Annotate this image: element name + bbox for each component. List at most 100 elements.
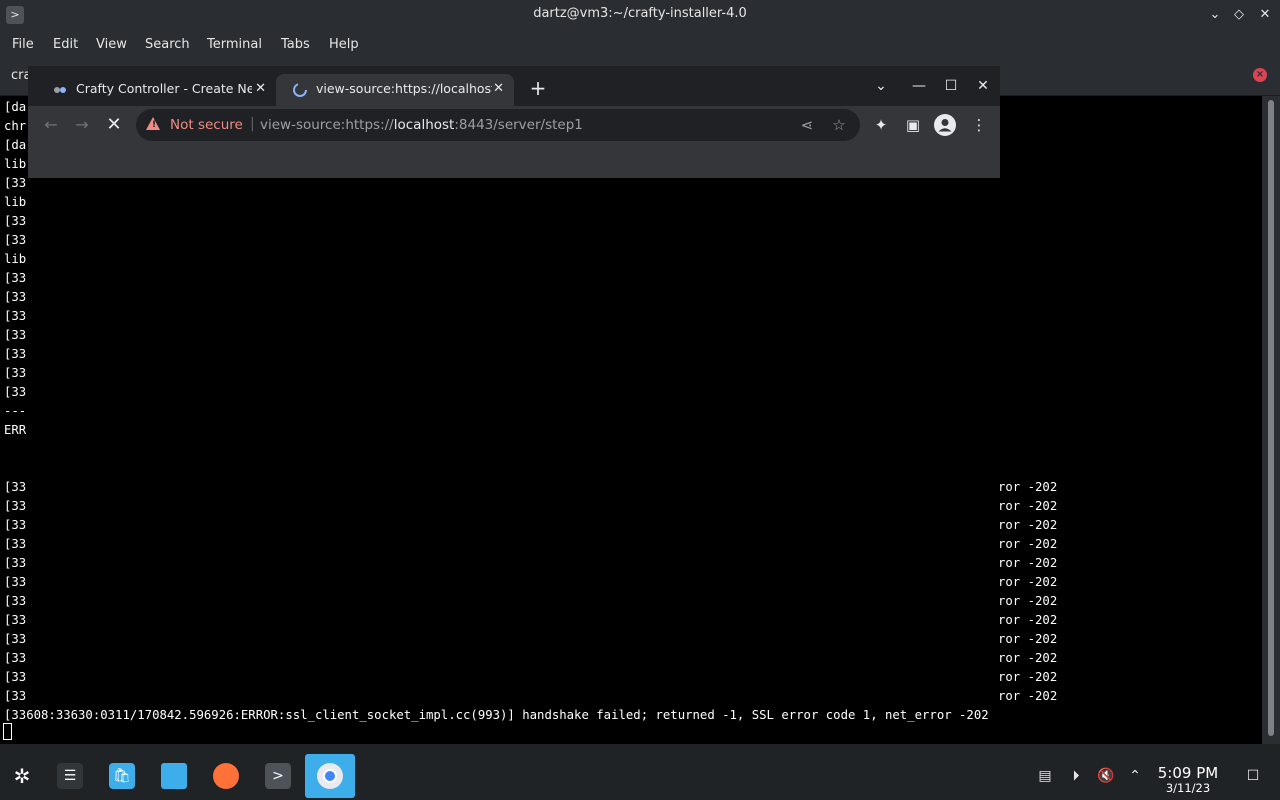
menu-terminal[interactable]: Terminal [207,37,262,52]
terminal-line-fragment: ror -202 [998,689,1058,703]
terminal-menubar: File Edit View Search Terminal Tabs Help [0,30,1280,60]
browser-tab-label: view-source:https://localhost:8443/serve… [316,81,492,96]
terminal-line-fragment: ror -202 [998,537,1058,551]
menu-file[interactable]: File [12,37,34,52]
terminal-line: [33 [4,480,27,494]
profile-avatar-icon[interactable] [934,114,956,136]
menu-kebab-icon[interactable]: ⋮ [968,114,990,136]
chrome-close-icon[interactable]: ✕ [973,76,993,96]
close-icon[interactable]: ✕ [1254,4,1276,26]
terminal-line-fragment: ror -202 [998,499,1058,513]
terminal-line: [33 [4,347,27,361]
show-desktop-icon[interactable]: ☐ [1243,766,1263,786]
side-panel-icon[interactable]: ▣ [902,114,924,136]
tab-search-chevron-icon[interactable]: ⌄ [871,76,891,96]
tab-close-icon[interactable]: ✕ [493,81,504,96]
file-manager-icon[interactable] [154,756,194,796]
terminal-line: lib [4,252,27,266]
new-tab-icon[interactable]: + [528,78,548,98]
scrollbar-thumb[interactable] [1268,100,1274,736]
terminal-line-fragment: ror -202 [998,518,1058,532]
menu-edit[interactable]: Edit [53,37,78,52]
terminal-line: [33 [4,233,27,247]
address-bar[interactable]: ! Not secure | view-source:https://local… [136,109,860,141]
menu-search[interactable]: Search [145,37,190,52]
terminal-line: [33 [4,651,27,665]
terminal-line: --- [4,404,27,418]
konsole-icon[interactable]: > [258,756,298,796]
chrome-maximize-icon[interactable]: ☐ [941,76,961,96]
crafty-favicon-icon [54,87,66,93]
loading-spinner-icon [293,83,307,97]
terminal-line: [33 [4,670,27,684]
terminal-line: [33 [4,328,27,342]
terminal-line: [33 [4,537,27,551]
terminal-line-fragment: ror -202 [998,632,1058,646]
browser-tab-view-source[interactable]: view-source:https://localhost:8443/serve… [276,74,514,106]
menu-view[interactable]: View [96,37,127,52]
clipboard-icon[interactable]: ▤ [1035,766,1055,786]
terminal-line: [33608:33630:0311/170842.596926:ERROR:ss… [4,708,989,722]
minimize-icon[interactable]: ⌄ [1204,4,1226,26]
clock-time[interactable]: 5:09 PM [1148,764,1228,782]
terminal-line-fragment: ror -202 [998,480,1058,494]
media-player-icon[interactable]: ⏵ [1066,766,1086,786]
security-status[interactable]: Not secure [170,117,243,133]
terminal-tab-close-icon[interactable]: × [1253,68,1267,82]
stop-loading-icon[interactable]: ✕ [103,114,125,136]
chrome-tabstrip: Crafty Controller - Create New ✕ view-so… [28,66,1000,106]
share-icon[interactable]: ⋖ [796,114,818,136]
terminal-line-fragment: ror -202 [998,594,1058,608]
terminal-line: [33 [4,556,27,570]
terminal-right-fragments: ror -202 ror -202 ror -202 ror -202 ror -202… [998,478,1057,706]
chrome-page-content[interactable] [28,144,1000,178]
maximize-icon[interactable]: ◇ [1228,4,1250,26]
taskbar: ✲ ☰ 🛍 > ▤ ⏵ 🔇 ⌃ ☐ [0,752,1280,800]
terminal-line: [33 [4,366,27,380]
terminal-line: [33 [4,214,27,228]
menu-help[interactable]: Help [329,37,359,52]
discover-store-icon[interactable]: 🛍 [102,756,142,796]
terminal-scrollbar[interactable] [1262,96,1280,744]
chrome-toolbar: ← → ✕ ! Not secure | view-source:https:/… [28,106,1000,144]
back-icon[interactable]: ← [40,114,62,136]
terminal-line: [33 [4,689,27,703]
chrome-minimize-icon[interactable]: — [909,76,929,96]
menu-tabs[interactable]: Tabs [281,37,310,52]
terminal-window-title: dartz@vm3:~/crafty-installer-4.0 [533,6,747,21]
clock-date[interactable]: 3/11/23 [1148,781,1228,795]
terminal-line-fragment: ror -202 [998,556,1058,570]
url-text[interactable]: view-source:https://localhost:8443/serve… [260,117,583,133]
terminal-lines: [da chr [da lib [33 lib [33 [33 lib [33 [33 [33 [33[… [4,98,989,725]
tab-close-icon[interactable]: ✕ [255,81,266,96]
terminal-line: [33 [4,632,27,646]
terminal-line: [33 [4,271,27,285]
settings-icon[interactable]: ☰ [50,756,90,796]
terminal-line: lib [4,195,27,209]
forward-icon[interactable]: → [71,114,93,136]
bookmark-star-icon[interactable]: ☆ [828,114,850,136]
terminal-output[interactable]: [da chr [da lib [33 lib [33 [33 lib [33 [33 [33 [33[… [0,96,1262,744]
terminal-line: [33 [4,309,27,323]
chrome-icon[interactable] [305,754,355,798]
terminal-titlebar: > dartz@vm3:~/crafty-installer-4.0 ⌄ ◇ ✕ [0,0,1280,30]
terminal-cursor [3,723,12,740]
terminal-line-fragment: ror -202 [998,670,1058,684]
tray-expand-icon[interactable]: ⌃ [1125,766,1145,786]
terminal-line: [33 [4,518,27,532]
volume-muted-icon[interactable]: 🔇 [1096,766,1116,786]
terminal-line: [33 [4,575,27,589]
terminal-line-fragment: ror -202 [998,575,1058,589]
application-launcher-icon[interactable]: ✲ [2,756,42,796]
browser-tab-crafty[interactable]: Crafty Controller - Create New ✕ [36,74,276,106]
extensions-icon[interactable]: ✦ [870,114,892,136]
terminal-line: [33 [4,613,27,627]
firefox-icon[interactable] [206,756,246,796]
terminal-line: ERR [4,423,27,437]
chrome-window: Crafty Controller - Create New ✕ view-so… [28,66,1000,178]
terminal-line-fragment: ror -202 [998,613,1058,627]
browser-tab-label: Crafty Controller - Create New [76,81,252,96]
terminal-line-fragment: ror -202 [998,651,1058,665]
